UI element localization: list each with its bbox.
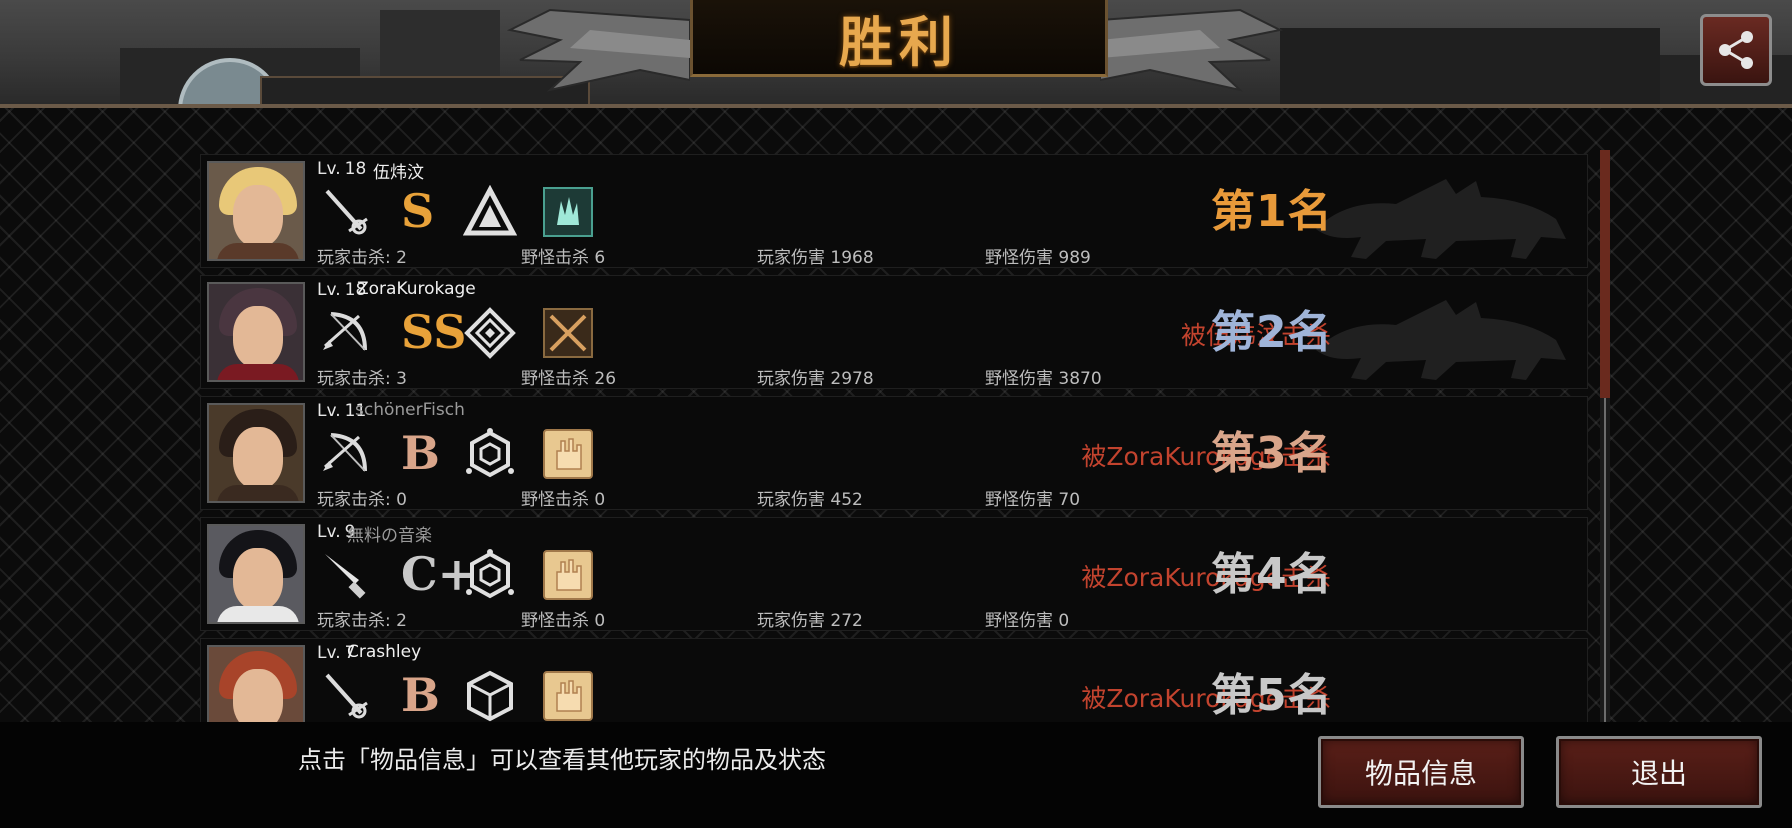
item-info-hint: 点击「物品信息」可以查看其他玩家的物品及状态 — [298, 746, 826, 774]
wolf-watermark — [1316, 179, 1566, 259]
player-level: Lv. 18 — [317, 159, 367, 179]
placement-rank: 第1名 — [1211, 186, 1333, 237]
glove-item-icon[interactable] — [541, 185, 595, 239]
player-damage-stat: 玩家伤害 2978 — [757, 369, 874, 389]
monster-damage-stat: 野怪伤害 70 — [985, 490, 1081, 510]
monster-kills-stat: 野怪击杀 6 — [521, 248, 606, 268]
share-icon — [1719, 31, 1753, 69]
winged-gun-right-emblem — [1100, 8, 1284, 92]
player-result-row-5[interactable]: Lv. 7 Crashley B 被ZoraKurokage击杀 第5名 — [200, 638, 1588, 722]
player-result-row-4[interactable]: Lv. 9 無料の音楽 C+ 玩家击杀: 2 野怪击杀 0 玩家伤害 272 野怪… — [200, 517, 1588, 631]
rapier-icon — [325, 189, 368, 235]
grade-rank-letter: S — [401, 184, 435, 238]
hand-item-icon[interactable] — [541, 548, 595, 602]
winged-gun-left-emblem — [506, 8, 690, 92]
player-damage-stat: 玩家伤害 272 — [757, 611, 863, 631]
knife-icon — [325, 554, 366, 599]
player-damage-stat: 玩家伤害 452 — [757, 490, 863, 510]
player-portrait[interactable] — [207, 403, 305, 503]
player-kills-stat: 玩家击杀: 2 — [317, 248, 407, 268]
monster-damage-stat: 野怪伤害 0 — [985, 611, 1070, 631]
monster-kills-stat: 野怪击杀 0 — [521, 490, 606, 510]
victory-title-banner: 胜利 — [690, 0, 1108, 77]
grade-rank-letter: B — [401, 668, 440, 722]
wolf-watermark — [1316, 300, 1566, 380]
player-kills-stat: 玩家击杀: 3 — [317, 369, 407, 389]
player-kills-stat: 玩家击杀: 2 — [317, 611, 407, 631]
grade-rank-letter: SS — [401, 305, 467, 359]
monster-damage-stat: 野怪伤害 989 — [985, 248, 1091, 268]
victory-title: 胜利 — [839, 9, 959, 74]
hexagon-crest-icon — [466, 428, 514, 478]
placement-rank: 第4名 — [1211, 549, 1333, 600]
player-portrait[interactable] — [207, 645, 305, 722]
player-name: ZoraKurokage — [357, 279, 476, 299]
crossed-blades-item-icon[interactable] — [541, 306, 595, 360]
results-scrollbar[interactable] — [1600, 150, 1610, 722]
player-kills-stat: 玩家击杀: 0 — [317, 490, 407, 510]
bow-icon — [323, 433, 367, 472]
player-damage-stat: 玩家伤害 1968 — [757, 248, 874, 268]
placement-rank: 第3名 — [1211, 428, 1333, 479]
item-info-button[interactable]: 物品信息 — [1318, 736, 1524, 808]
player-result-row-1[interactable]: Lv. 18 伍炜汶 S 玩家击杀: 2 野怪击杀 6 玩家伤害 1968 野怪伤… — [200, 154, 1588, 268]
results-panel: Lv. 18 伍炜汶 S 玩家击杀: 2 野怪击杀 6 玩家伤害 1968 野怪伤… — [0, 104, 1792, 726]
player-name: schönerFisch — [355, 400, 465, 420]
rapier-icon — [325, 673, 368, 719]
share-button[interactable] — [1700, 14, 1772, 86]
player-results-list[interactable]: Lv. 18 伍炜汶 S 玩家击杀: 2 野怪击杀 6 玩家伤害 1968 野怪伤… — [200, 154, 1588, 722]
player-result-row-2[interactable]: Lv. 18 ZoraKurokage SS 玩家击杀: 3 野怪击杀 26 玩家… — [200, 275, 1588, 389]
exit-button[interactable]: 退出 — [1556, 736, 1762, 808]
scrollbar-thumb[interactable] — [1600, 150, 1610, 398]
player-result-row-3[interactable]: Lv. 11 schönerFisch B 玩家击杀: 0 野怪击杀 0 玩家伤害… — [200, 396, 1588, 510]
player-portrait[interactable] — [207, 282, 305, 382]
grade-rank-letter: B — [401, 426, 440, 480]
triangle-crest-icon — [463, 185, 517, 236]
bow-icon — [323, 312, 367, 351]
monster-damage-stat: 野怪伤害 3870 — [985, 369, 1102, 389]
player-portrait[interactable] — [207, 524, 305, 624]
background-building — [1280, 28, 1660, 104]
cube-crest-icon — [467, 670, 513, 722]
player-name: Crashley — [347, 642, 422, 662]
player-name: 無料の音楽 — [347, 526, 432, 546]
monster-kills-stat: 野怪击杀 0 — [521, 611, 606, 631]
diamond-crest-icon — [464, 307, 516, 359]
placement-rank: 第5名 — [1211, 670, 1333, 721]
scrollbar-track — [1604, 398, 1606, 722]
placement-rank: 第2名 — [1211, 307, 1333, 358]
player-name: 伍炜汶 — [373, 163, 424, 183]
hand-item-icon[interactable] — [541, 669, 595, 722]
hand-item-icon[interactable] — [541, 427, 595, 481]
player-portrait[interactable] — [207, 161, 305, 261]
hexagon-crest-icon — [466, 549, 514, 599]
monster-kills-stat: 野怪击杀 26 — [521, 369, 617, 389]
